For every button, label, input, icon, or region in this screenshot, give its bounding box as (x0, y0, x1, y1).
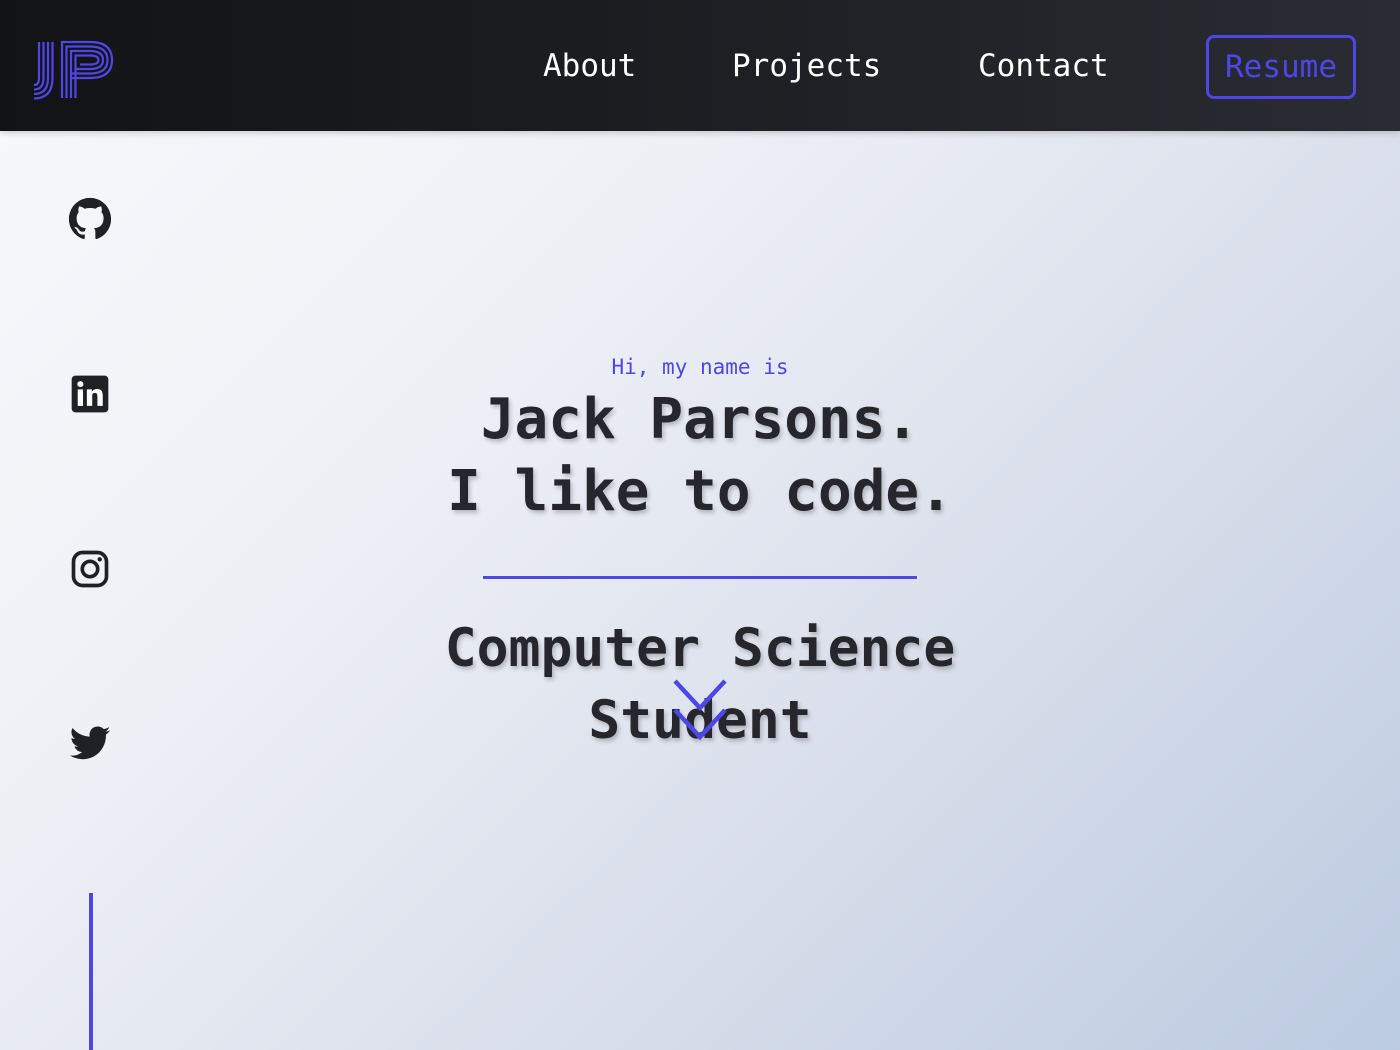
hero-divider (483, 576, 917, 579)
twitter-icon (69, 726, 111, 760)
nav-contact-link[interactable]: Contact (978, 44, 1109, 88)
linkedin-link[interactable] (68, 372, 112, 416)
github-icon (68, 197, 112, 240)
scroll-down-button[interactable] (672, 678, 728, 742)
instagram-icon (71, 550, 109, 588)
jp-logo-home-link[interactable] (28, 38, 118, 100)
double-chevron-down-icon (673, 679, 727, 741)
hero-tagline: I like to code. (447, 459, 953, 524)
sidebar-vertical-line (89, 893, 93, 1050)
nav-about-link[interactable]: About (543, 44, 636, 88)
github-link[interactable] (68, 197, 112, 241)
hero-name: Jack Parsons. (480, 387, 920, 452)
nav-projects-link[interactable]: Projects (732, 44, 881, 88)
linkedin-icon (71, 375, 109, 413)
hero-subtitle-line1: Computer Science (444, 618, 956, 679)
instagram-link[interactable] (68, 547, 112, 591)
resume-button[interactable]: Resume (1206, 35, 1356, 99)
twitter-link[interactable] (68, 722, 112, 766)
jp-monogram-logo-icon (33, 40, 114, 100)
top-navigation-bar: About Projects Contact Resume (0, 0, 1400, 131)
hero-greeting: Hi, my name is (611, 355, 789, 379)
